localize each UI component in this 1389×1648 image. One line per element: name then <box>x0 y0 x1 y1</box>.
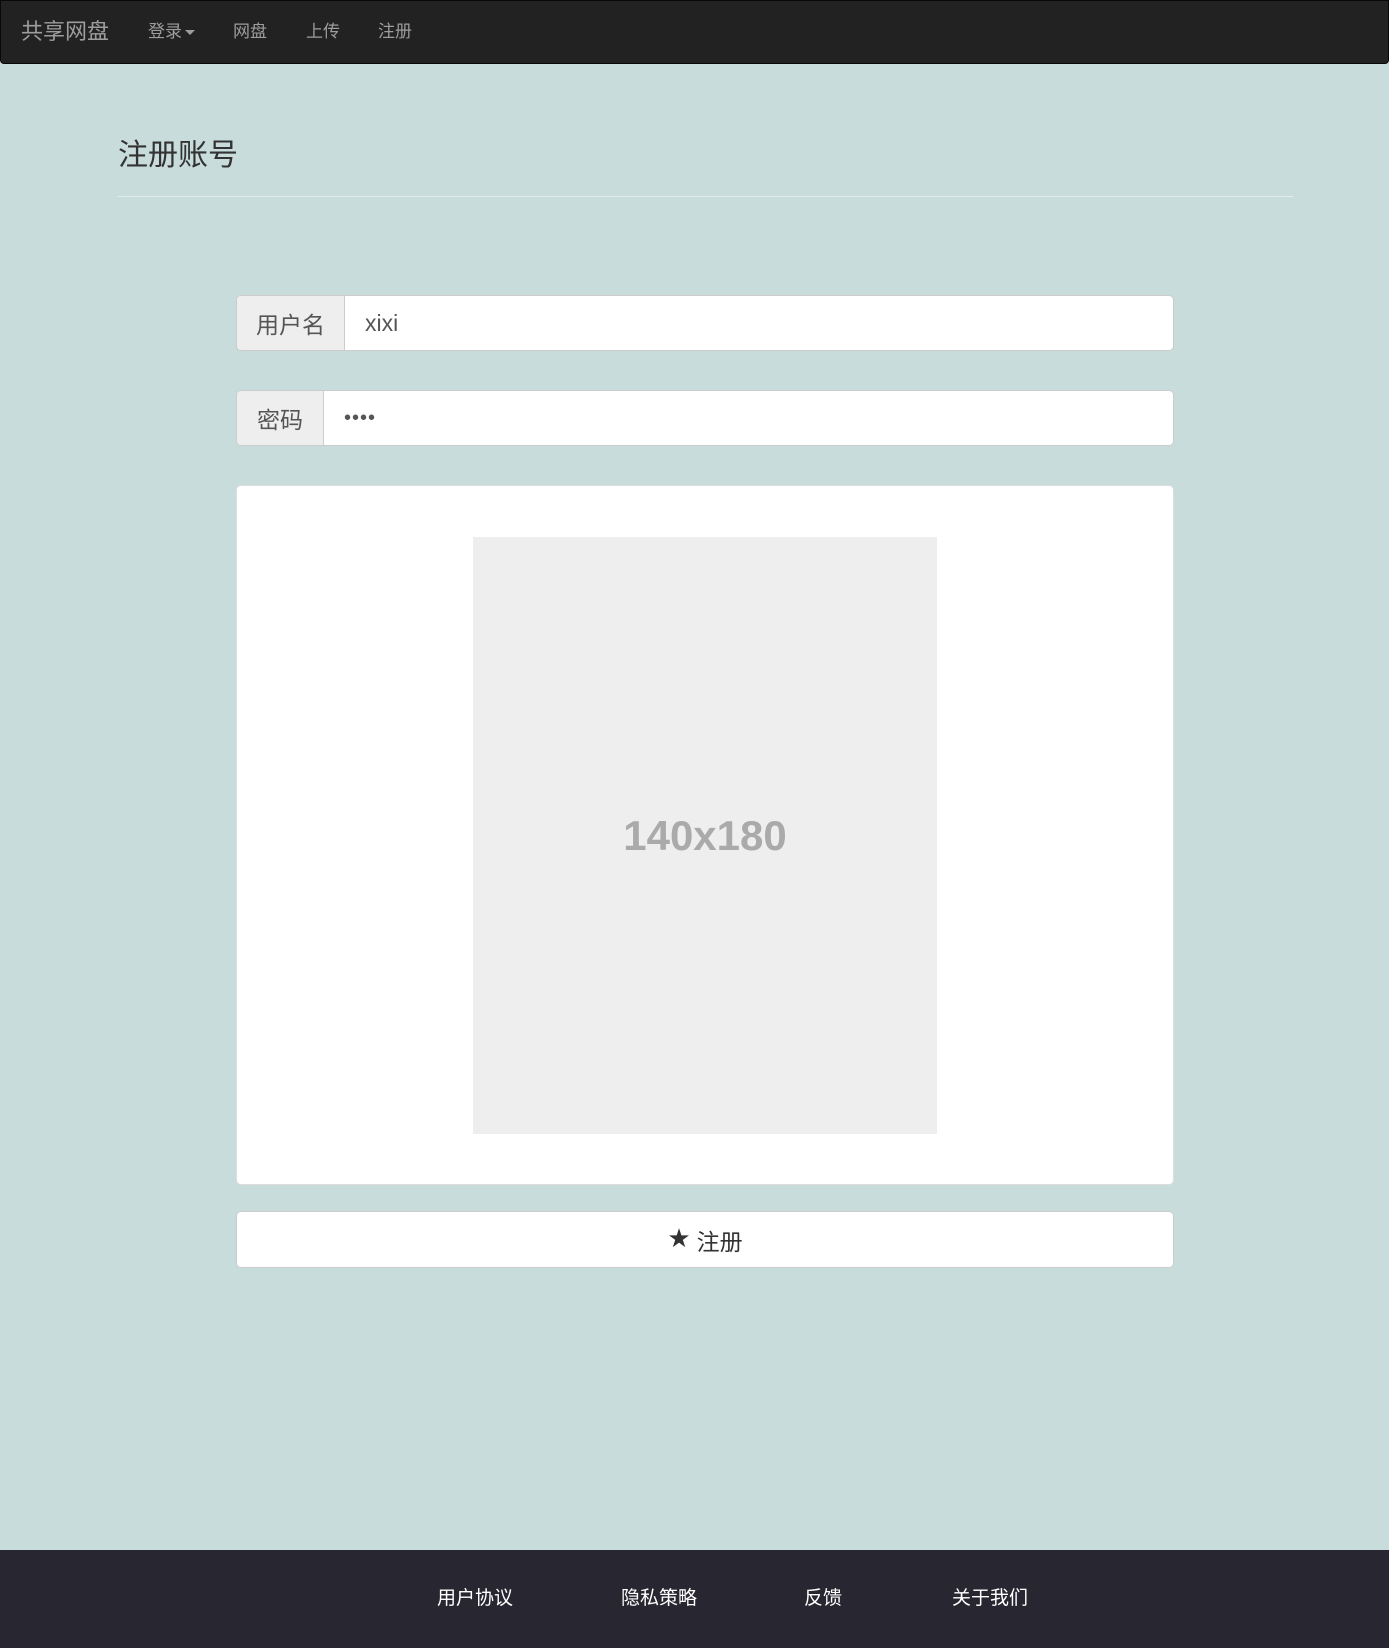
nav-item-register[interactable]: 注册 <box>378 1 412 65</box>
password-addon-label: 密码 <box>237 391 324 445</box>
nav-login-dropdown[interactable]: 登录 <box>148 1 195 65</box>
register-submit-label: 注册 <box>696 1228 743 1255</box>
nav-login-label: 登录 <box>148 22 182 41</box>
nav-item-upload[interactable]: 上传 <box>306 1 340 65</box>
register-submit-button[interactable]: ★ 注册 <box>236 1211 1174 1268</box>
password-input[interactable]: •••• <box>324 391 1173 445</box>
image-thumbnail[interactable]: 140x180 <box>236 485 1174 1185</box>
page-footer: 用户协议 隐私策略 反馈 关于我们 <box>0 1550 1389 1648</box>
footer-link-feedback[interactable]: 反馈 <box>804 1550 842 1648</box>
caret-down-icon <box>185 30 195 36</box>
nav-item-netdisk[interactable]: 网盘 <box>233 1 267 65</box>
footer-link-user-agreement[interactable]: 用户协议 <box>437 1550 513 1648</box>
top-navbar: 共享网盘 登录 网盘 上传 注册 <box>0 0 1389 64</box>
star-icon: ★ <box>667 1222 691 1253</box>
image-placeholder-label: 140x180 <box>623 811 787 859</box>
page-title: 注册账号 <box>118 139 238 172</box>
password-input-group: 密码 •••• <box>236 390 1174 446</box>
footer-link-about-us[interactable]: 关于我们 <box>952 1550 1028 1648</box>
username-addon-label: 用户名 <box>237 296 345 350</box>
username-input-group: 用户名 xixi <box>236 295 1174 351</box>
title-divider <box>118 196 1293 197</box>
brand-link[interactable]: 共享网盘 <box>21 1 109 65</box>
footer-link-privacy-policy[interactable]: 隐私策略 <box>621 1550 697 1648</box>
username-input[interactable]: xixi <box>345 296 1173 350</box>
image-placeholder[interactable]: 140x180 <box>473 537 937 1134</box>
